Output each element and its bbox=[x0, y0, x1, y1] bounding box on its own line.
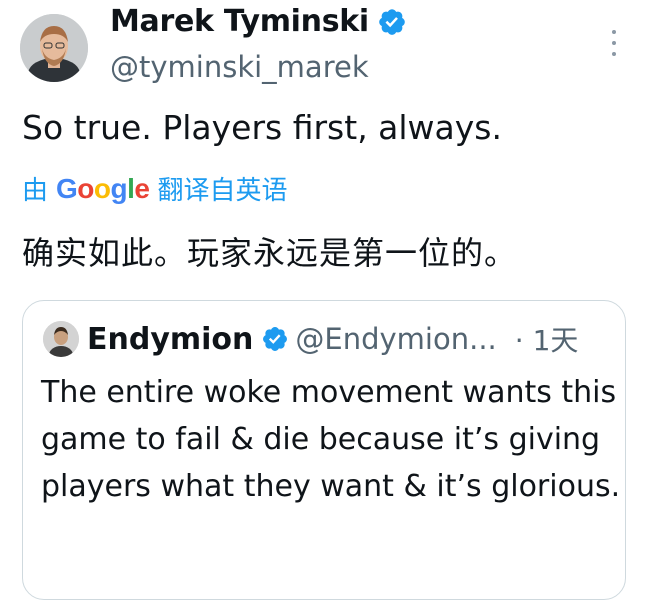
quoted-author-avatar[interactable] bbox=[43, 321, 79, 357]
more-vertical-icon[interactable] bbox=[604, 30, 624, 56]
translated-text: 确实如此。玩家永远是第一位的。 bbox=[22, 234, 518, 272]
quoted-tweet-card[interactable]: Endymion @Endymion... · 1天 The entire wo… bbox=[22, 300, 626, 600]
tweet-text: So true. Players first, always. bbox=[22, 108, 502, 147]
quoted-tweet-header: Endymion @Endymion... · 1天 bbox=[43, 319, 578, 359]
author-handle[interactable]: @tyminski_marek bbox=[110, 50, 369, 84]
translation-suffix: 翻译自英语 bbox=[157, 176, 288, 206]
translation-attribution[interactable]: 由 Google 翻译自英语 bbox=[22, 170, 288, 207]
author-name-row[interactable]: Marek Tyminski bbox=[110, 4, 407, 39]
quoted-tweet-text: The entire woke movement wants this game… bbox=[41, 375, 621, 504]
verified-badge-icon bbox=[379, 8, 405, 35]
quoted-timestamp[interactable]: · 1天 bbox=[515, 319, 579, 359]
quoted-author-name[interactable]: Endymion bbox=[87, 322, 253, 357]
google-logo: Google bbox=[56, 172, 150, 204]
verified-badge-icon bbox=[263, 327, 288, 351]
quoted-author-handle[interactable]: @Endymion... bbox=[295, 322, 496, 356]
author-display-name[interactable]: Marek Tyminski bbox=[110, 4, 369, 39]
author-avatar[interactable] bbox=[20, 14, 88, 82]
translation-prefix: 由 bbox=[22, 176, 49, 206]
